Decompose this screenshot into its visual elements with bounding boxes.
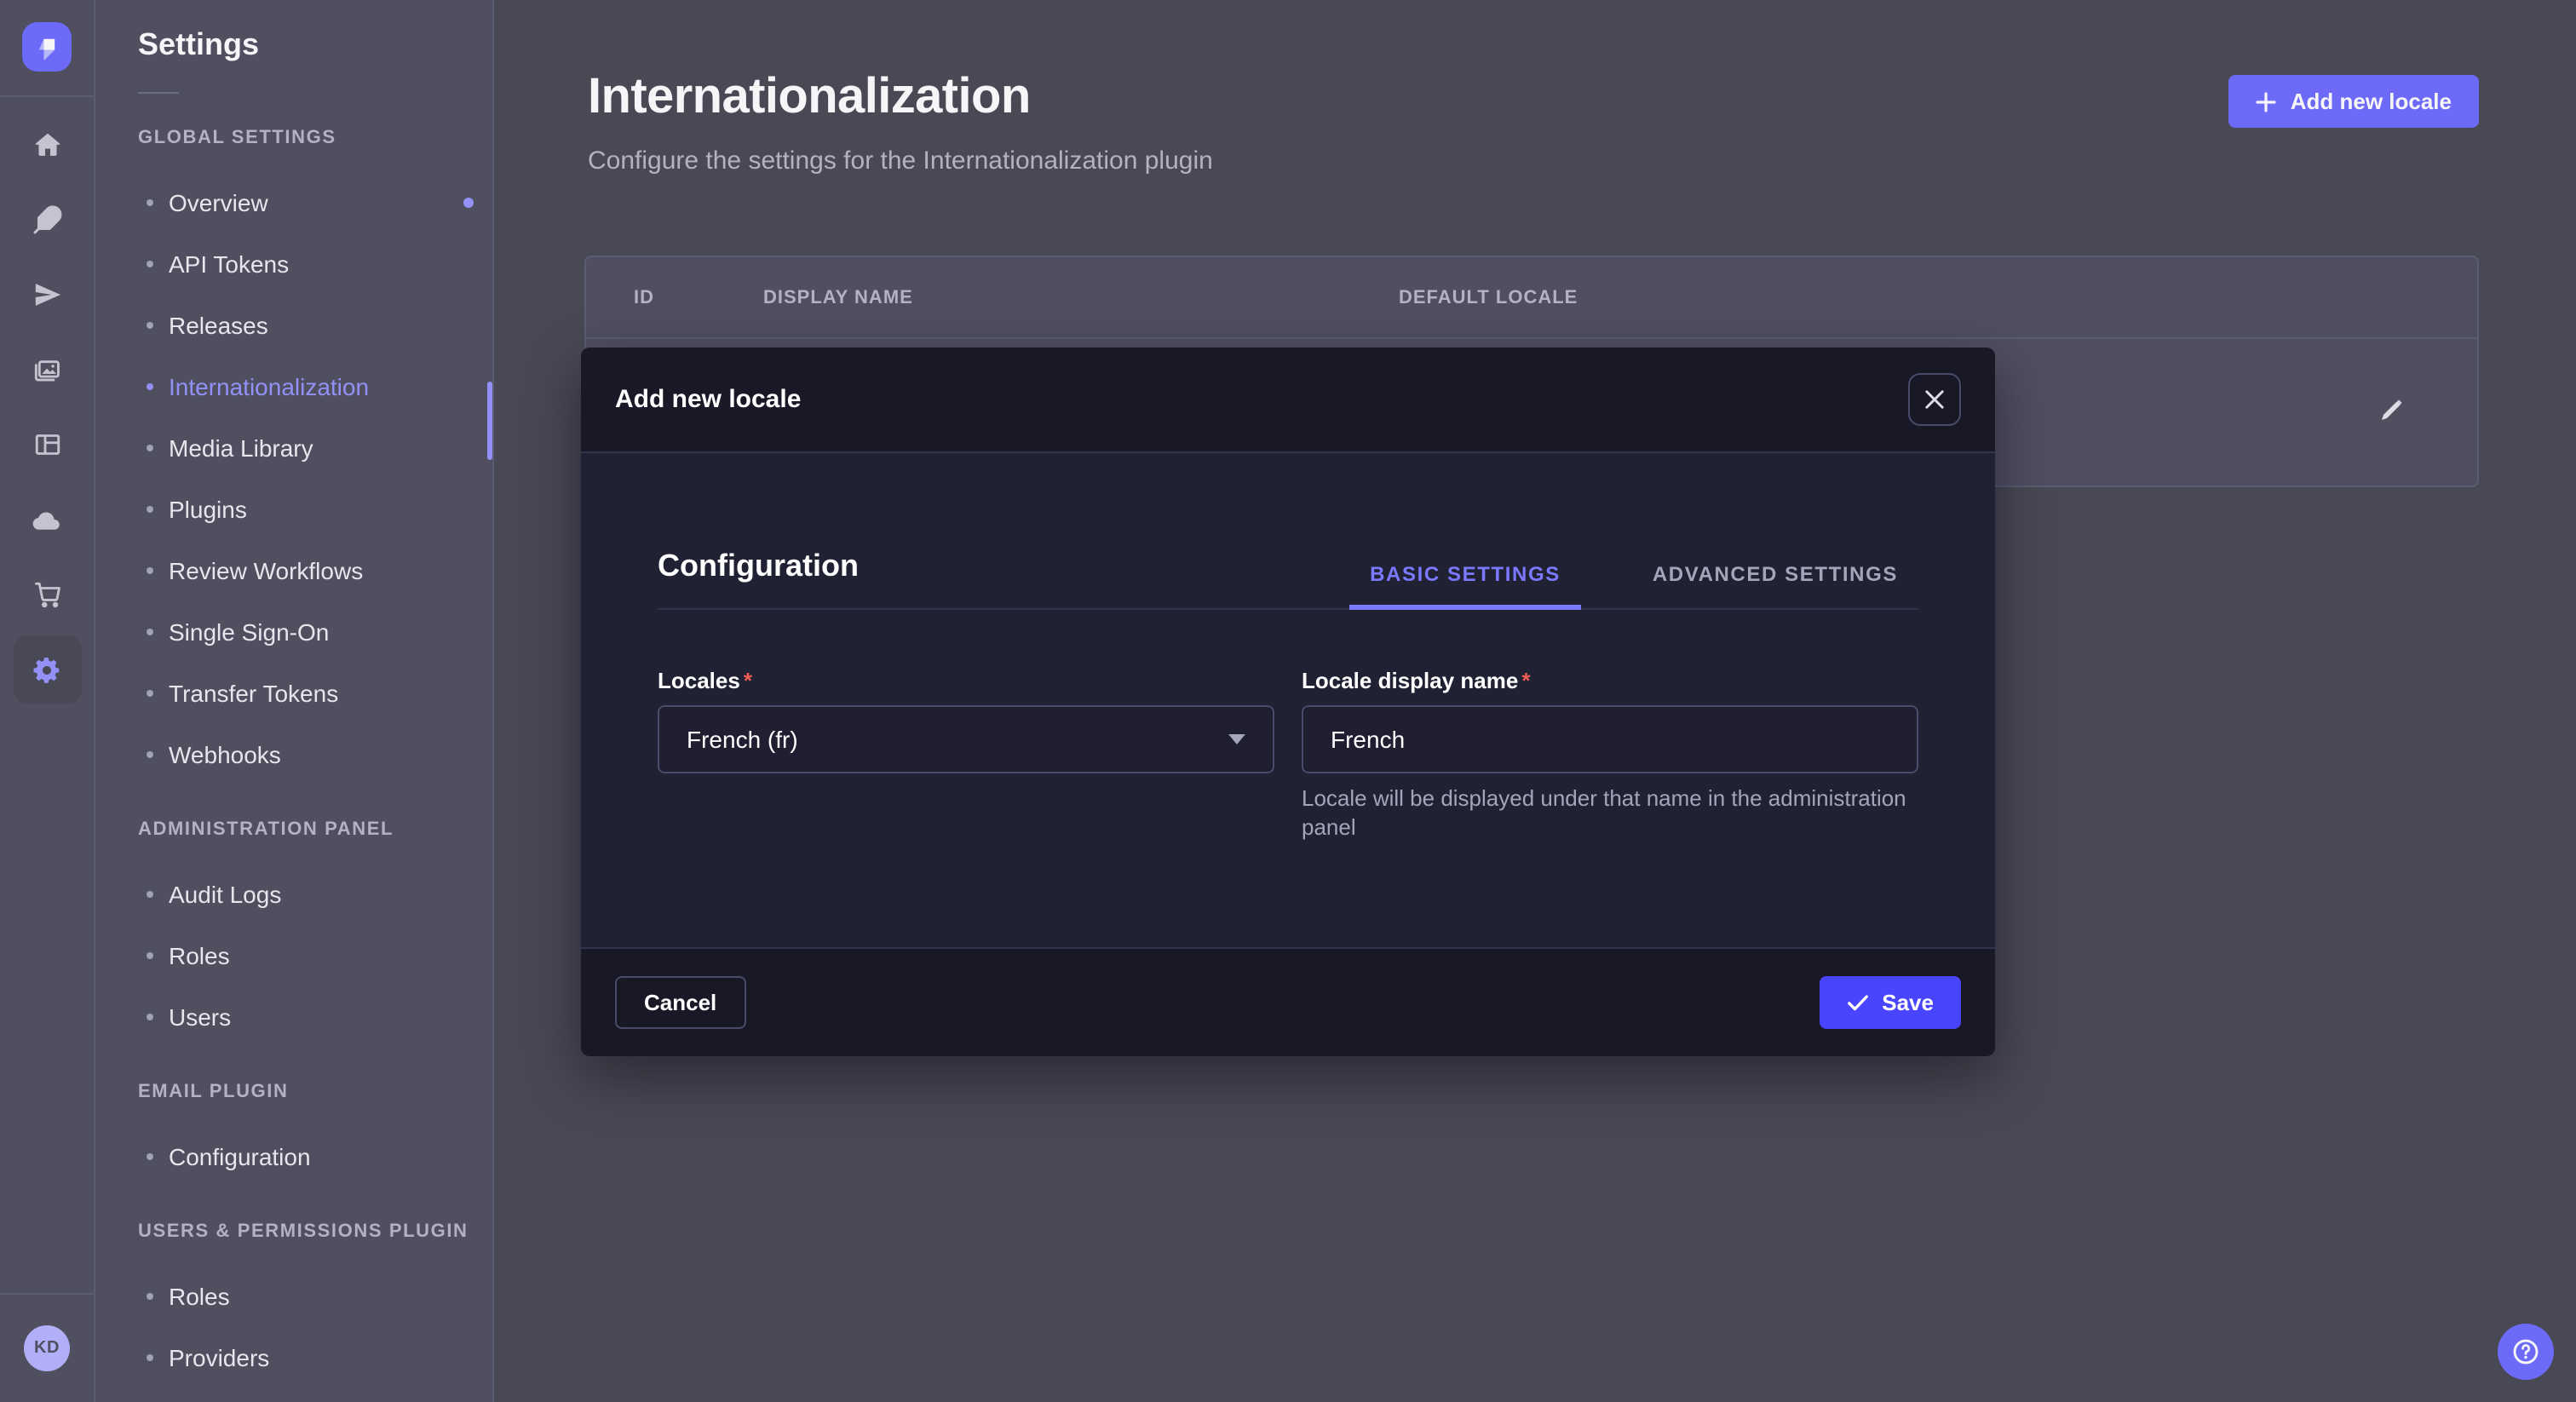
tab-advanced-settings[interactable]: ADVANCED SETTINGS — [1632, 562, 1918, 608]
locales-label: Locales — [658, 668, 1274, 693]
check-icon — [1846, 991, 1868, 1014]
save-button[interactable]: Save — [1819, 976, 1961, 1029]
modal-header: Add new locale — [581, 348, 1995, 453]
add-locale-modal: Add new locale Configuration BASIC SETTI… — [581, 348, 1995, 1056]
cancel-button[interactable]: Cancel — [615, 976, 745, 1029]
configuration-title: Configuration — [658, 549, 859, 608]
modal-body: Configuration BASIC SETTINGS ADVANCED SE… — [581, 453, 1995, 947]
strapi-admin: KD Settings GLOBAL SETTINGSOverviewAPI T… — [0, 0, 2576, 1402]
save-label: Save — [1882, 990, 1934, 1015]
chevron-down-icon — [1228, 734, 1245, 744]
display-name-helper-text: Locale will be displayed under that name… — [1302, 784, 1918, 842]
display-name-field: Locale display name Locale will be displ… — [1302, 668, 1918, 842]
locales-select-value: French (fr) — [687, 726, 798, 753]
display-name-input-wrap — [1302, 705, 1918, 773]
display-name-input[interactable] — [1331, 726, 1889, 753]
close-icon — [1925, 390, 1944, 409]
tab-basic-settings[interactable]: BASIC SETTINGS — [1349, 562, 1581, 608]
configuration-header-row: Configuration BASIC SETTINGS ADVANCED SE… — [658, 453, 1918, 610]
locale-fields: Locales French (fr) Locale display name … — [658, 668, 1918, 842]
modal-footer: Cancel Save — [581, 947, 1995, 1056]
modal-close-button[interactable] — [1908, 373, 1961, 426]
modal-title: Add new locale — [615, 385, 801, 414]
settings-tabs: BASIC SETTINGS ADVANCED SETTINGS — [1349, 562, 1918, 608]
locales-field: Locales French (fr) — [658, 668, 1274, 842]
locales-select[interactable]: French (fr) — [658, 705, 1274, 773]
display-name-label: Locale display name — [1302, 668, 1918, 693]
